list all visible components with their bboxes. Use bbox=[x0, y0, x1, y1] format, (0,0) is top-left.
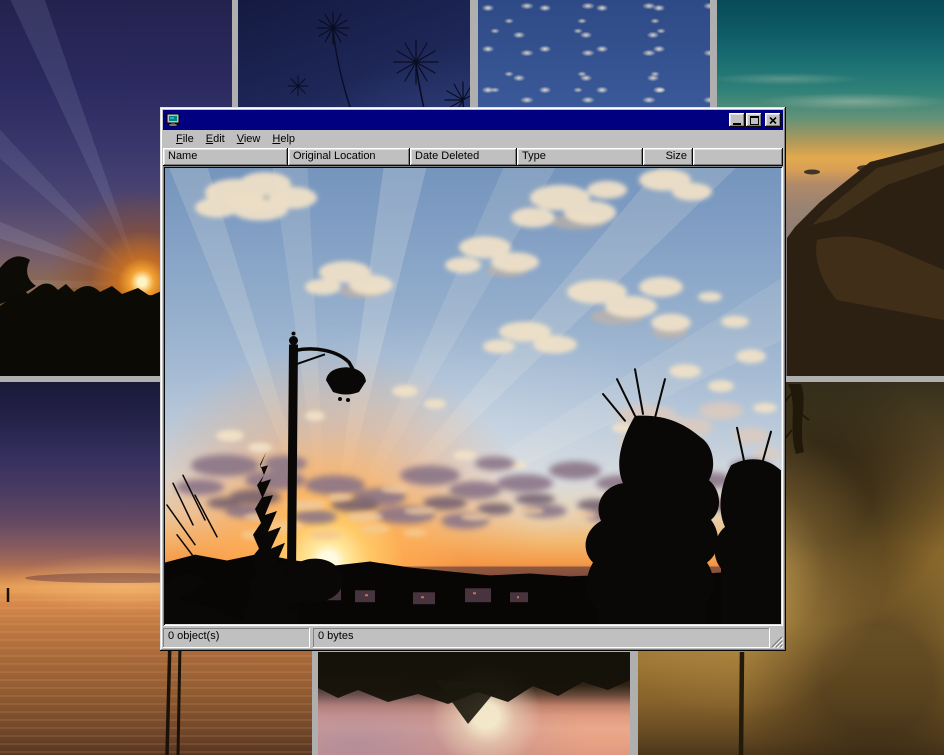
wallpaper-photo-water-reflections bbox=[318, 652, 630, 755]
maximize-button[interactable] bbox=[746, 113, 762, 127]
menu-item-help[interactable]: Help bbox=[266, 132, 301, 146]
column-header-type[interactable]: Type bbox=[517, 148, 643, 166]
column-header-row: Name Original Location Date Deleted Type… bbox=[163, 148, 783, 166]
resize-grip[interactable] bbox=[770, 635, 783, 648]
menu-item-file[interactable]: File bbox=[170, 132, 200, 146]
status-panel-bytes: 0 bytes bbox=[313, 628, 770, 648]
column-header-name[interactable]: Name bbox=[163, 148, 288, 166]
column-header-size[interactable]: Size bbox=[643, 148, 693, 166]
column-header-blank[interactable] bbox=[693, 148, 783, 166]
title-bar[interactable] bbox=[163, 110, 783, 130]
maximize-icon bbox=[750, 116, 759, 125]
photo-silhouettes-layer bbox=[165, 168, 781, 624]
column-header-date-deleted[interactable]: Date Deleted bbox=[410, 148, 517, 166]
minimize-icon bbox=[733, 123, 741, 125]
computer-icon[interactable] bbox=[165, 113, 181, 127]
recycle-bin-window: File Edit View Help Name Original Locati… bbox=[160, 107, 786, 651]
column-header-original-location[interactable]: Original Location bbox=[288, 148, 410, 166]
close-button[interactable] bbox=[765, 113, 781, 127]
menu-bar: File Edit View Help bbox=[163, 130, 783, 148]
sunset-lamp-photo bbox=[165, 168, 781, 624]
status-bar: 0 object(s) 0 bytes bbox=[163, 626, 783, 648]
minimize-button[interactable] bbox=[729, 113, 745, 127]
menu-item-edit[interactable]: Edit bbox=[200, 132, 231, 146]
tree-reflection-silhouette bbox=[318, 652, 630, 755]
status-panel-objects: 0 object(s) bbox=[163, 628, 310, 648]
list-viewport[interactable] bbox=[163, 166, 783, 626]
street-lamp-silhouette bbox=[287, 332, 366, 573]
close-icon bbox=[769, 117, 777, 124]
menu-item-view[interactable]: View bbox=[231, 132, 267, 146]
